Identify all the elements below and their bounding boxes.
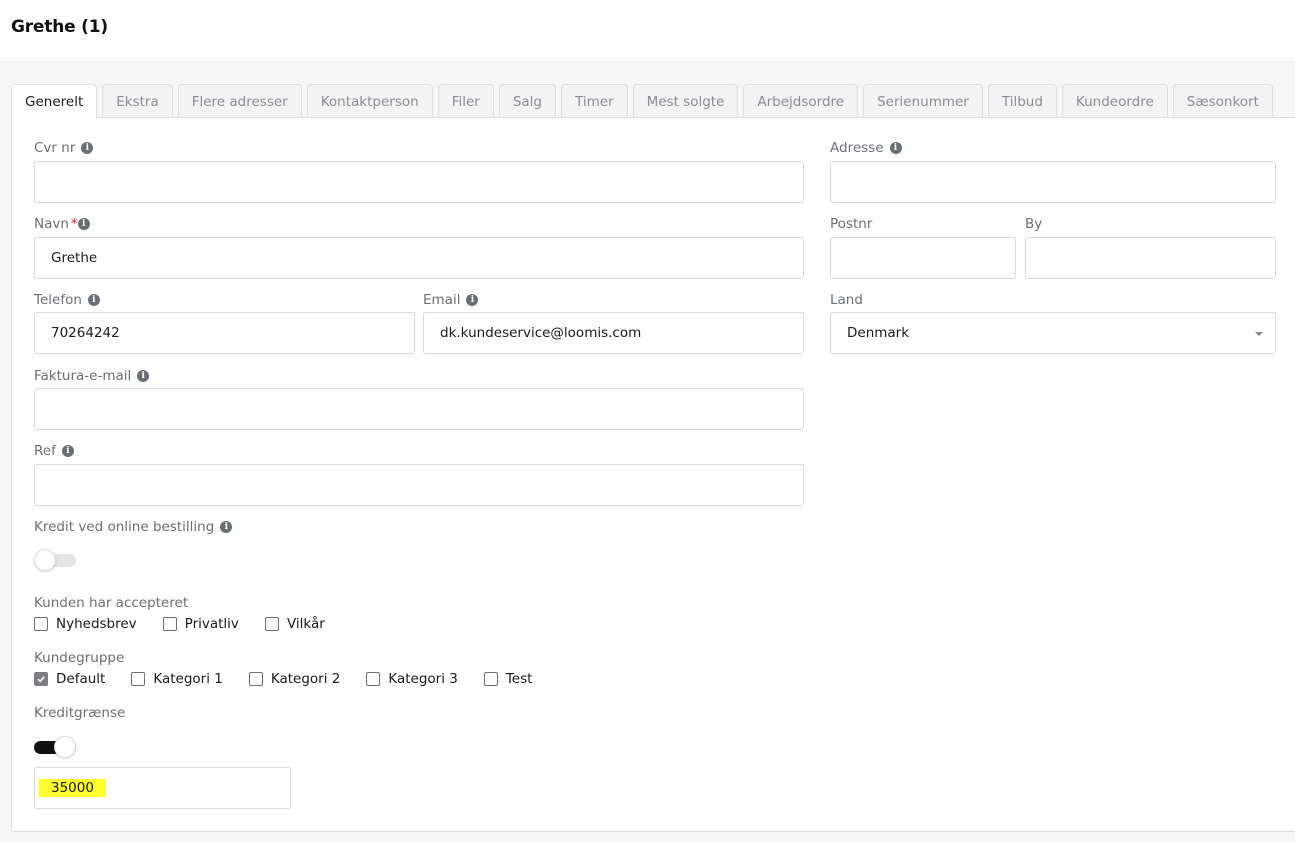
checkbox-box[interactable] [34,672,48,686]
kreditgraense-label: Kreditgrænse [34,705,126,721]
info-icon[interactable]: i [466,294,479,306]
chevron-down-icon[interactable] [1255,332,1263,336]
kundegruppe-label: Kundegruppe [34,650,125,666]
required-marker: * [70,216,78,232]
info-icon[interactable]: i [61,445,74,457]
tab-generelt[interactable]: Generelt [11,84,98,119]
email-label: Email i [423,292,479,308]
land-selected-value: Denmark [847,325,910,341]
info-icon[interactable]: i [77,218,90,230]
kreditgraense-toggle[interactable] [34,736,76,758]
info-icon[interactable]: i [220,521,233,533]
tab-timer[interactable]: Timer [561,84,628,118]
postnr-input[interactable] [847,250,1015,266]
info-icon[interactable]: i [87,294,100,306]
faktura-email-field[interactable] [34,388,804,430]
checkbox-default[interactable]: Default [34,671,105,687]
tab-ekstra[interactable]: Ekstra [102,84,173,118]
tab-tilbud[interactable]: Tilbud [987,84,1057,118]
faktura-email-label: Faktura-e-mail i [34,368,150,384]
adresse-input[interactable] [847,174,1275,190]
kredit-online-toggle[interactable] [34,549,76,571]
checkbox-box[interactable] [483,672,498,686]
by-label: By [1025,216,1043,232]
checkbox-kategori-2[interactable]: Kategori 2 [248,671,340,687]
checkbox-test[interactable]: Test [483,671,532,687]
adresse-label: Adresse i [830,140,902,156]
checkbox-box[interactable] [131,672,146,686]
tab-salg[interactable]: Salg [498,84,556,118]
accepteret-label: Kunden har accepteret [34,595,189,611]
checkbox-vilkaar[interactable]: Vilkår [264,616,325,632]
ref-field[interactable] [34,464,804,506]
ref-label: Ref i [34,443,74,459]
tab-bar: Generelt Ekstra Flere adresser Kontaktpe… [11,84,1273,119]
toggle-knob [34,549,56,571]
tab-flere-adresser[interactable]: Flere adresser [177,84,302,118]
kredit-online-label: Kredit ved online bestilling i [34,519,233,535]
cvr-input[interactable] [51,174,803,190]
toggle-knob [54,736,76,758]
kreditgraense-value[interactable]: 35000 [39,779,106,797]
email-field[interactable] [423,312,804,354]
land-select[interactable]: Denmark [830,312,1276,354]
tab-mest-solgte[interactable]: Mest solgte [632,84,739,118]
tab-saesonkort[interactable]: Sæsonkort [1172,84,1273,118]
tab-kundeordre[interactable]: Kundeordre [1061,84,1168,118]
check-icon [37,676,45,683]
general-panel: Cvr nr i Navn * i Telefon i Email i Fakt… [11,117,1295,832]
accepteret-options: Nyhedsbrev Privatliv Vilkår [34,616,325,632]
land-label: Land [830,292,863,308]
tab-filer[interactable]: Filer [437,84,494,118]
by-field[interactable] [1025,237,1276,279]
checkbox-box[interactable] [162,617,177,631]
tab-kontaktperson[interactable]: Kontaktperson [306,84,433,118]
checkbox-nyhedsbrev[interactable]: Nyhedsbrev [34,616,137,632]
cvr-field[interactable] [34,161,804,203]
checkbox-kategori-1[interactable]: Kategori 1 [131,671,223,687]
adresse-field[interactable] [830,161,1276,203]
kreditgraense-field[interactable]: 35000 [34,767,291,809]
navn-input[interactable] [51,250,803,266]
page-header: Grethe (1) [0,0,1295,62]
kundegruppe-options: Default Kategori 1 Kategori 2 Kategori 3… [34,671,532,687]
info-icon[interactable]: i [137,370,150,382]
checkbox-box[interactable] [34,617,48,631]
ref-input[interactable] [51,477,803,493]
tab-serienummer[interactable]: Serienummer [863,84,983,118]
checkbox-kategori-3[interactable]: Kategori 3 [366,671,458,687]
info-icon[interactable]: i [81,142,94,154]
page-title: Grethe (1) [11,17,108,37]
faktura-email-input[interactable] [51,401,803,417]
checkbox-privatliv[interactable]: Privatliv [162,616,239,632]
navn-field[interactable] [34,237,804,279]
email-input[interactable] [440,325,803,341]
cvr-label: Cvr nr i [34,140,94,156]
telefon-label: Telefon i [34,292,100,308]
telefon-field[interactable] [34,312,415,354]
tab-arbejdsordre[interactable]: Arbejdsordre [743,84,859,118]
navn-label: Navn * i [34,216,90,232]
checkbox-box[interactable] [264,617,279,631]
by-input[interactable] [1042,250,1275,266]
checkbox-box[interactable] [366,672,381,686]
postnr-label: Postnr [830,216,873,232]
checkbox-box[interactable] [248,672,263,686]
telefon-input[interactable] [51,325,414,341]
info-icon[interactable]: i [889,142,902,154]
postnr-field[interactable] [830,237,1016,279]
